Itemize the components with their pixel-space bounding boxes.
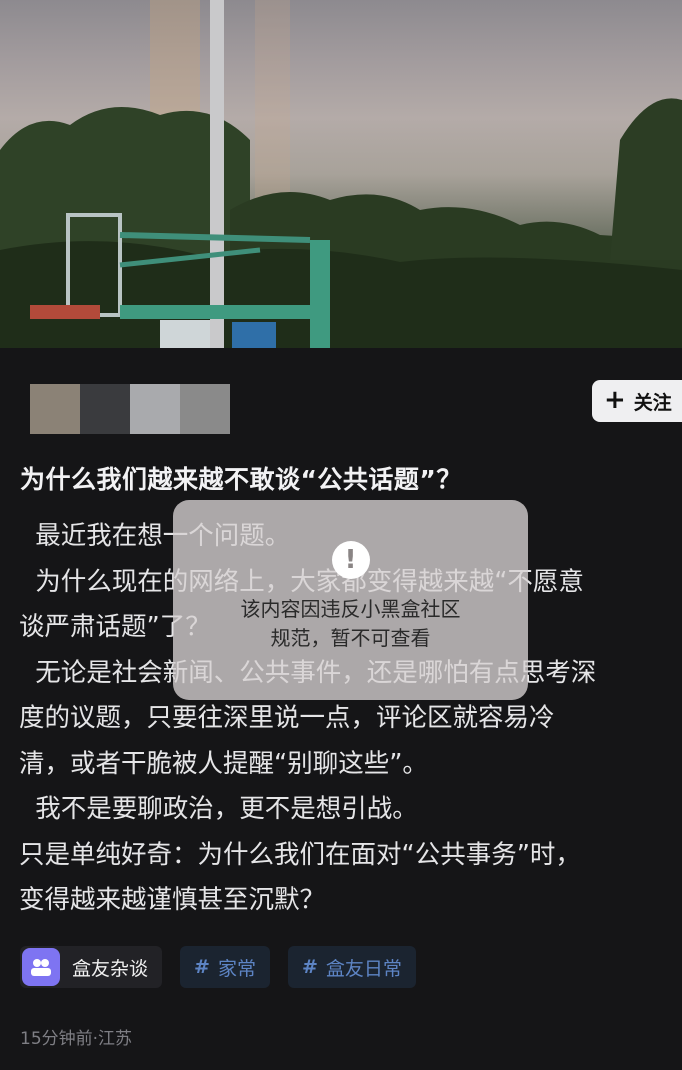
body-line: 只是单纯好奇：为什么我们在面对“公共事务”时， [19,839,581,870]
plus-icon: + [604,385,626,415]
mosaic-block [130,384,180,434]
mosaic-block [80,384,130,434]
post-tags: 盒友杂谈 # 家常 # 盒友日常 [20,946,416,988]
violation-line: 规范，暂不可查看 [270,626,431,650]
violation-message: 该内容因违反小黑盒社区 规范，暂不可查看 [241,595,461,653]
community-tag[interactable]: 盒友杂谈 [20,946,163,988]
topic-tag[interactable]: # 盒友日常 [287,946,416,988]
topic-tag[interactable]: # 家常 [180,946,270,988]
cover-image-scene [0,0,682,348]
author-avatar-mosaic[interactable] [30,384,230,434]
group-icon [31,959,51,976]
body-line: 变得越来越谨慎甚至沉默？ [19,885,326,915]
body-line: 度的议题，只要往深里说一点，评论区就容易冷 [19,703,555,733]
community-icon [22,948,60,986]
content-violation-notice: ! 该内容因违反小黑盒社区 规范，暂不可查看 [173,500,528,700]
follow-label: 关注 [633,391,672,414]
topic-label: 盒友日常 [325,957,402,980]
body-line: 我不是要聊政治，更不是想引战。 [19,794,418,824]
mosaic-block [30,384,80,434]
post-meta: 15分钟前·江苏 [20,1029,133,1049]
hashtag-icon: # [194,956,210,978]
mosaic-block [180,384,230,434]
topic-label: 家常 [217,957,256,980]
post-title: 为什么我们越来越不敢谈“公共话题”？ [20,465,462,494]
warning-icon: ! [331,541,370,579]
post-cover-image[interactable] [0,0,682,348]
violation-line: 该内容因违反小黑盒社区 [240,597,461,621]
body-line: 清，或者干脆被人提醒“别聊这些”。 [19,748,428,779]
follow-button[interactable]: + 关注 [592,380,682,422]
community-name: 盒友杂谈 [72,957,149,980]
hashtag-icon: # [301,956,318,978]
